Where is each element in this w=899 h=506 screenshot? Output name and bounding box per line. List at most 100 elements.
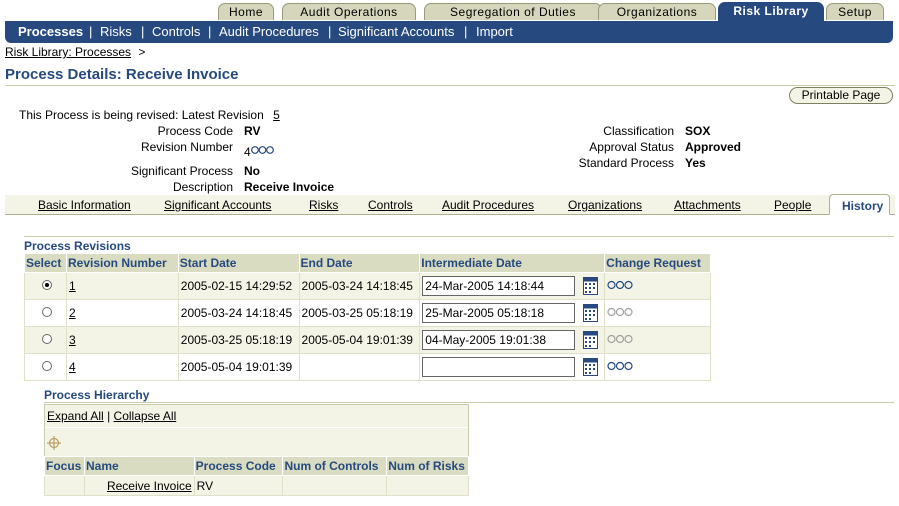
num-controls-cell: [282, 475, 388, 496]
select-radio[interactable]: [42, 307, 52, 317]
sub-navigation: Processes | Risks | Controls | Audit Pro…: [5, 21, 893, 43]
process-code-label: Process Code: [157, 124, 233, 138]
select-radio[interactable]: [42, 361, 52, 371]
approval-status-label: Approval Status: [589, 140, 674, 154]
subnav-significant-accounts[interactable]: Significant Accounts: [338, 24, 454, 39]
process-name-link[interactable]: Receive Invoice: [107, 479, 192, 493]
select-radio[interactable]: [42, 334, 52, 344]
table-row: Receive Invoice RV: [44, 475, 469, 496]
calendar-icon[interactable]: [583, 304, 599, 322]
description-value: Receive Invoice: [244, 180, 335, 194]
subtab-people[interactable]: People: [774, 198, 811, 212]
subnav-risks[interactable]: Risks: [100, 24, 132, 39]
subtab-basic-information[interactable]: Basic Information: [38, 198, 131, 212]
title-divider: [5, 85, 895, 86]
tab-risk-library[interactable]: Risk Library: [718, 2, 824, 21]
subtab-attachments[interactable]: Attachments: [674, 198, 741, 212]
hierarchy-panel: Expand All | Collapse All Focus Name Pro…: [44, 404, 469, 496]
end-date-cell: 2005-03-24 14:18:45: [298, 272, 421, 300]
glasses-icon[interactable]: [607, 279, 633, 294]
glasses-icon[interactable]: [607, 360, 633, 375]
subtab-organizations[interactable]: Organizations: [568, 198, 642, 212]
col-process-code: Process Code: [193, 456, 284, 476]
intermediate-date-input[interactable]: [422, 330, 576, 350]
revision-number-label: Revision Number: [140, 140, 233, 154]
collapse-all-link[interactable]: Collapse All: [114, 409, 177, 423]
intermediate-date-input[interactable]: [422, 303, 576, 323]
revision-link[interactable]: 1: [69, 279, 76, 293]
glasses-icon: [607, 333, 633, 348]
revision-cell: 1: [65, 272, 179, 300]
intermediate-date-input[interactable]: [422, 276, 576, 296]
crosshair-icon[interactable]: [47, 436, 61, 450]
revisions-table: Select Revision Number Start Date End Da…: [24, 253, 711, 381]
subnav-controls[interactable]: Controls: [152, 24, 200, 39]
process-hierarchy-heading: Process Hierarchy: [44, 388, 150, 402]
classification-label: Classification: [603, 124, 674, 138]
select-radio[interactable]: [42, 280, 52, 290]
revision-link[interactable]: 2: [69, 306, 76, 320]
col-change-request: Change Request: [604, 253, 711, 273]
revision-cell: 2: [65, 299, 179, 327]
table-row: 2 2005-03-24 14:18:45 2005-03-25 05:18:1…: [24, 299, 711, 327]
subnav-separator: |: [89, 24, 93, 39]
intermediate-date-cell: [419, 326, 606, 354]
end-date-cell: [298, 353, 421, 381]
calendar-icon[interactable]: [583, 358, 599, 376]
change-request-cell: [604, 353, 711, 381]
significant-process-label: Significant Process: [130, 164, 233, 178]
subtab-significant-accounts[interactable]: Significant Accounts: [164, 198, 271, 212]
hierarchy-table: Focus Name Process Code Num of Controls …: [44, 456, 469, 496]
intermediate-date-cell: [419, 299, 606, 327]
table-row: 1 2005-02-15 14:29:52 2005-03-24 14:18:4…: [24, 272, 711, 300]
description-label: Description: [172, 180, 233, 194]
revision-link[interactable]: 3: [69, 333, 76, 347]
name-cell: Receive Invoice: [83, 475, 195, 496]
standard-process-label: Standard Process: [578, 156, 674, 170]
intermediate-date-cell: [419, 272, 606, 300]
subnav-separator: |: [328, 24, 332, 39]
subnav-processes[interactable]: Processes: [18, 24, 83, 39]
end-date-cell: 2005-03-25 05:18:19: [298, 299, 421, 327]
col-revision-number: Revision Number: [65, 253, 179, 273]
revision-note: This Process is being revised: Latest Re…: [19, 108, 280, 122]
tab-audit-operations[interactable]: Audit Operations: [282, 3, 416, 20]
start-date-cell: 2005-02-15 14:29:52: [177, 272, 300, 300]
tab-segregation-of-duties[interactable]: Segregation of Duties: [424, 3, 602, 20]
expand-all-link[interactable]: Expand All: [47, 409, 104, 423]
process-revisions-heading: Process Revisions: [24, 239, 131, 253]
subnav-separator: |: [464, 24, 468, 39]
subtab-controls[interactable]: Controls: [368, 198, 413, 212]
subtab-audit-procedures[interactable]: Audit Procedures: [442, 198, 534, 212]
col-select: Select: [24, 253, 67, 273]
calendar-icon[interactable]: [583, 277, 599, 295]
hierarchy-focus-bar: [45, 427, 468, 457]
section-divider: [44, 402, 894, 403]
table-row: 3 2005-03-25 05:18:19 2005-05-04 19:01:3…: [24, 326, 711, 354]
glasses-icon[interactable]: [250, 144, 274, 159]
tab-setup[interactable]: Setup: [826, 3, 884, 20]
col-intermediate-date: Intermediate Date: [419, 253, 606, 273]
process-subtabs: Basic Information Significant Accounts R…: [5, 194, 895, 215]
col-name: Name: [83, 456, 195, 476]
subtab-history[interactable]: History: [829, 194, 891, 215]
section-divider: [24, 236, 894, 237]
page-title: Process Details: Receive Invoice: [5, 66, 239, 83]
approval-status-value: Approved: [685, 140, 742, 154]
start-date-cell: 2005-05-04 19:01:39: [177, 353, 300, 381]
revision-link[interactable]: 4: [69, 360, 76, 374]
tab-organizations[interactable]: Organizations: [598, 3, 716, 20]
breadcrumb-risk-library-processes[interactable]: Risk Library: Processes: [5, 45, 131, 59]
latest-revision-link[interactable]: 5: [273, 108, 280, 122]
classification-value: SOX: [685, 124, 711, 138]
revision-number-value: 4: [244, 144, 274, 159]
change-request-cell: [604, 299, 711, 327]
subnav-audit-procedures[interactable]: Audit Procedures: [219, 24, 319, 39]
subtab-risks[interactable]: Risks: [309, 198, 338, 212]
calendar-icon[interactable]: [583, 331, 599, 349]
subnav-separator: |: [141, 24, 145, 39]
printable-page-button[interactable]: Printable Page: [789, 87, 893, 104]
subnav-import[interactable]: Import: [476, 24, 513, 39]
tab-home[interactable]: Home: [218, 3, 274, 20]
intermediate-date-input[interactable]: [422, 357, 576, 377]
